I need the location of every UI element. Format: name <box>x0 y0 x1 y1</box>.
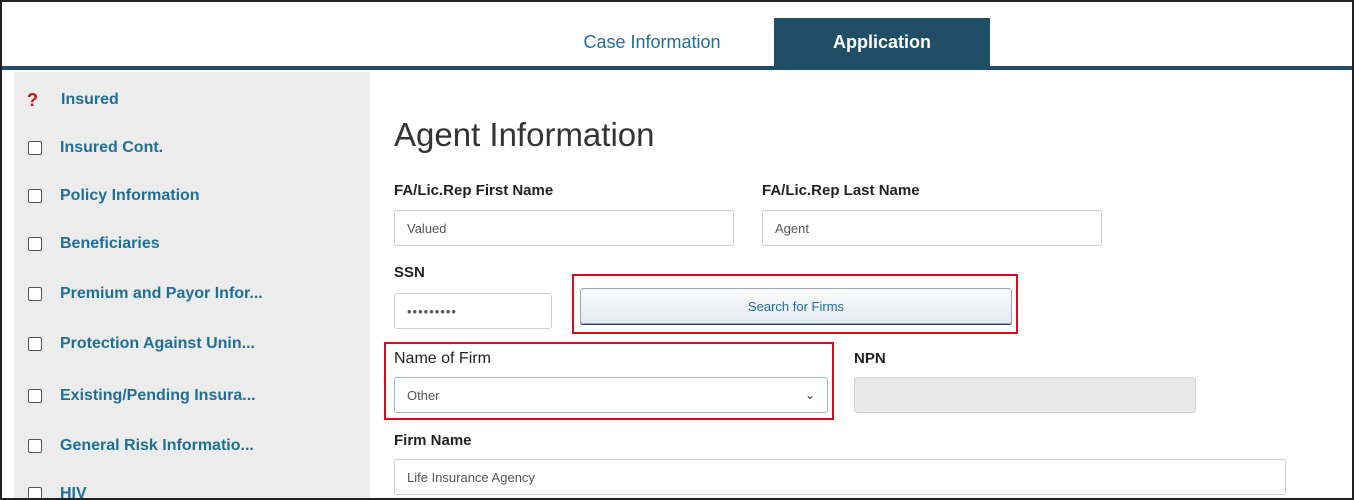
firm-select-value: Other <box>407 387 440 403</box>
sidebar-item-premium-payor[interactable]: Premium and Payor Infor... <box>14 270 370 318</box>
first-name-label: FA/Lic.Rep First Name <box>394 182 554 199</box>
sidebar-item-label: HIV <box>60 485 87 500</box>
npn-label: NPN <box>854 350 886 367</box>
question-icon: ? <box>27 90 38 110</box>
checkbox-icon <box>28 237 42 251</box>
sidebar-item-label: General Risk Informatio... <box>60 437 254 454</box>
checkbox-icon <box>28 389 42 403</box>
sidebar-item-insured-cont[interactable]: Insured Cont. <box>14 124 370 172</box>
npn-field <box>854 377 1196 413</box>
sidebar-item-label: Insured <box>61 91 119 108</box>
last-name-label: FA/Lic.Rep Last Name <box>762 182 920 199</box>
sidebar-item-label: Insured Cont. <box>60 139 164 156</box>
ssn-field[interactable]: ••••••••• <box>394 293 552 329</box>
sidebar-item-insured[interactable]: ? Insured <box>14 76 370 124</box>
firm-name-field[interactable]: Life Insurance Agency <box>394 459 1286 495</box>
sidebar-item-label: Premium and Payor Infor... <box>60 285 263 302</box>
tab-bar: Case Information Application <box>2 2 1352 66</box>
firm-select-dropdown[interactable]: Other ⌄ <box>394 377 828 413</box>
page-title: Agent Information <box>394 116 655 153</box>
sidebar-item-label: Existing/Pending Insura... <box>60 387 256 404</box>
first-name-field[interactable]: Valued <box>394 210 734 246</box>
chevron-down-icon: ⌄ <box>804 388 815 402</box>
firm-name-label: Firm Name <box>394 432 472 449</box>
ssn-label: SSN <box>394 264 425 281</box>
sidebar-item-hiv[interactable]: HIV <box>14 470 370 500</box>
checkbox-icon <box>28 487 42 498</box>
checkbox-icon <box>28 287 42 301</box>
sidebar-item-policy-information[interactable]: Policy Information <box>14 172 370 220</box>
checkbox-icon <box>28 439 42 453</box>
sidebar: ? Insured Insured Cont. Policy Informati… <box>14 72 370 500</box>
tab-case-information[interactable]: Case Information <box>532 18 772 66</box>
app-window: Case Information Application ? Insured I… <box>0 0 1354 500</box>
sidebar-item-label: Beneficiaries <box>60 235 160 252</box>
checkbox-icon <box>28 189 42 203</box>
checkbox-icon <box>28 141 42 155</box>
last-name-field[interactable]: Agent <box>762 210 1102 246</box>
sidebar-item-general-risk[interactable]: General Risk Informatio... <box>14 422 370 470</box>
sidebar-item-existing-pending[interactable]: Existing/Pending Insura... <box>14 372 370 420</box>
tab-application[interactable]: Application <box>774 18 990 66</box>
sidebar-item-label: Policy Information <box>60 187 200 204</box>
checkbox-icon <box>28 337 42 351</box>
tab-bar-divider <box>2 66 1352 70</box>
sidebar-item-beneficiaries[interactable]: Beneficiaries <box>14 220 370 268</box>
sidebar-item-protection[interactable]: Protection Against Unin... <box>14 320 370 368</box>
sidebar-item-label: Protection Against Unin... <box>60 335 255 352</box>
firm-select-label: Name of Firm <box>394 350 491 367</box>
search-firms-button[interactable]: Search for Firms <box>580 288 1012 324</box>
